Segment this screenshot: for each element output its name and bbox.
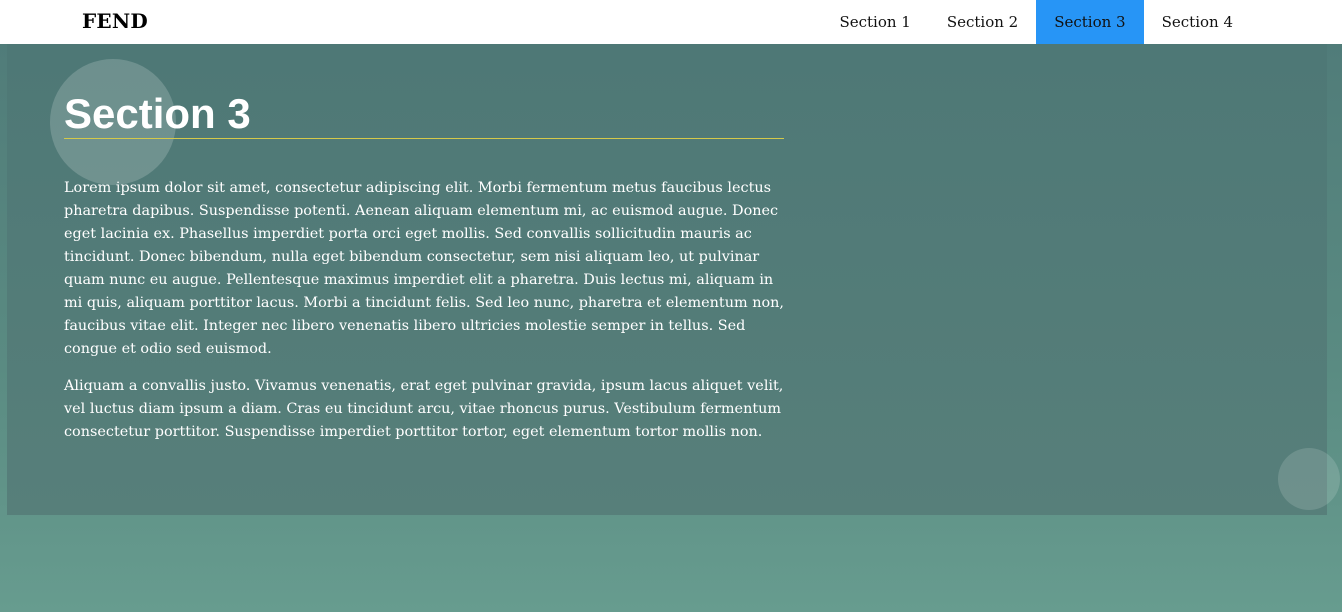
- section-title: Section 3: [64, 90, 784, 139]
- nav-menu: Section 1 Section 2 Section 3 Section 4: [821, 0, 1251, 44]
- section-paragraph: Lorem ipsum dolor sit amet, consectetur …: [64, 180, 784, 357]
- section-paragraph: Aliquam a convallis justo. Vivamus venen…: [64, 378, 784, 440]
- section-content: Section 3 Lorem ipsum dolor sit amet, co…: [64, 90, 784, 444]
- decorative-circle: [1278, 448, 1340, 510]
- section-panel: Section 3 Lorem ipsum dolor sit amet, co…: [7, 44, 1327, 515]
- nav-item-section-2[interactable]: Section 2: [929, 0, 1036, 44]
- nav-item-section-1[interactable]: Section 1: [821, 0, 928, 44]
- nav-item-section-3[interactable]: Section 3: [1036, 0, 1144, 44]
- navbar: FEND Section 1 Section 2 Section 3 Secti…: [0, 0, 1342, 44]
- logo: FEND: [82, 9, 148, 33]
- nav-item-section-4[interactable]: Section 4: [1144, 0, 1251, 44]
